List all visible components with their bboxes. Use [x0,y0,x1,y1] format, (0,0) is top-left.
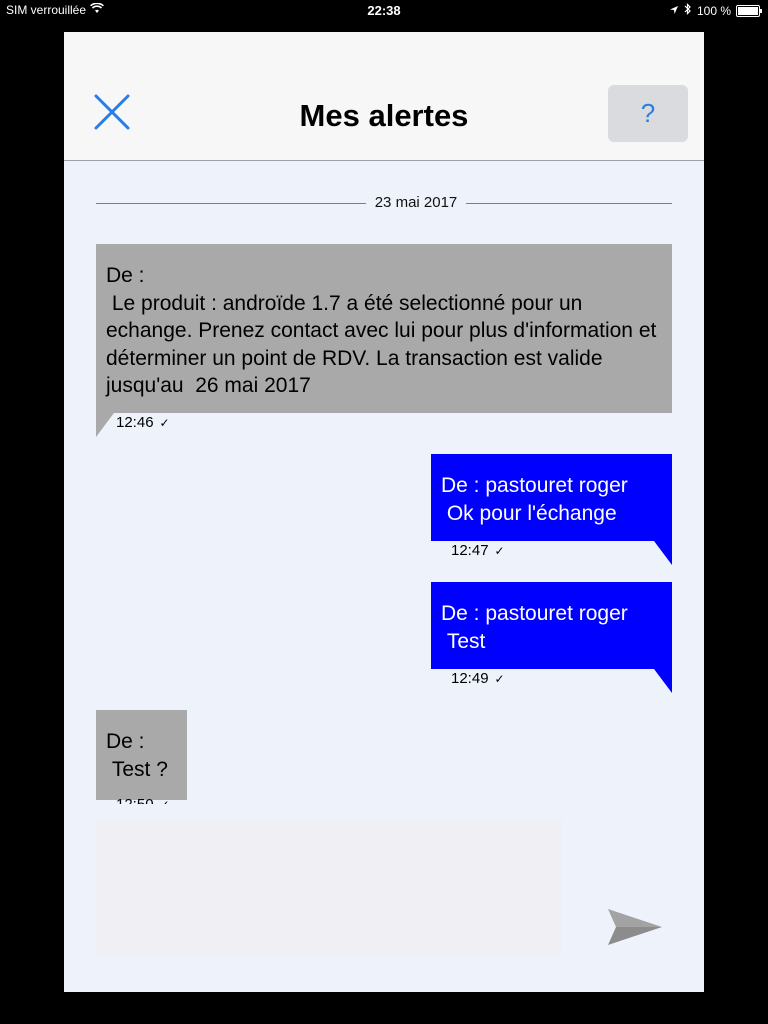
battery-percent: 100 % [696,3,731,18]
message-time: 12:49 [451,670,489,687]
delivered-check-icon: ✓ [160,798,170,804]
message-input[interactable] [96,820,562,955]
message-outgoing: De : pastouret roger Ok pour l'échange 1… [431,454,672,565]
location-arrow-icon [669,4,679,18]
send-icon [608,909,662,945]
bluetooth-icon [684,3,692,18]
battery-icon [736,4,762,17]
bubble-tail [654,669,672,693]
status-bar: SIM verrouillée 22:38 100 % [0,0,768,22]
message-list[interactable]: De : Le produit : androïde 1.7 a été sel… [64,194,704,804]
bubble-tail [654,541,672,565]
message-time: 12:50 [116,796,154,804]
message-outgoing: De : pastouret roger Test 12:49 ✓ [431,582,672,693]
bubble-tail [96,413,114,437]
message-meta: 12:47 ✓ [451,542,505,559]
alerts-modal: Mes alertes ? 23 mai 2017 De : Le produi… [64,32,704,992]
message-meta: 12:49 ✓ [451,670,505,687]
send-button[interactable] [602,902,666,952]
delivered-check-icon: ✓ [494,544,505,558]
message-incoming: De : Le produit : androïde 1.7 a été sel… [96,244,672,437]
delivered-check-icon: ✓ [494,672,505,686]
message-bubble: De : pastouret roger Test [431,582,672,669]
message-bubble: De : Le produit : androïde 1.7 a été sel… [96,244,672,413]
message-meta: 12:46 ✓ [116,414,170,431]
message-bubble: De : pastouret roger Ok pour l'échange [431,454,672,541]
message-meta: 12:50 ✓ [116,796,170,804]
message-incoming: De : Test ? 12:50 ✓ [96,710,187,804]
battery-fill [738,6,758,15]
help-button[interactable]: ? [608,85,688,142]
message-bubble: De : Test ? [96,710,187,800]
status-right: 100 % [669,3,762,18]
message-time: 12:46 [116,414,154,431]
message-time: 12:47 [451,542,489,559]
navigation-bar: Mes alertes ? [64,32,704,161]
status-time: 22:38 [367,3,401,18]
delivered-check-icon: ✓ [159,416,170,430]
